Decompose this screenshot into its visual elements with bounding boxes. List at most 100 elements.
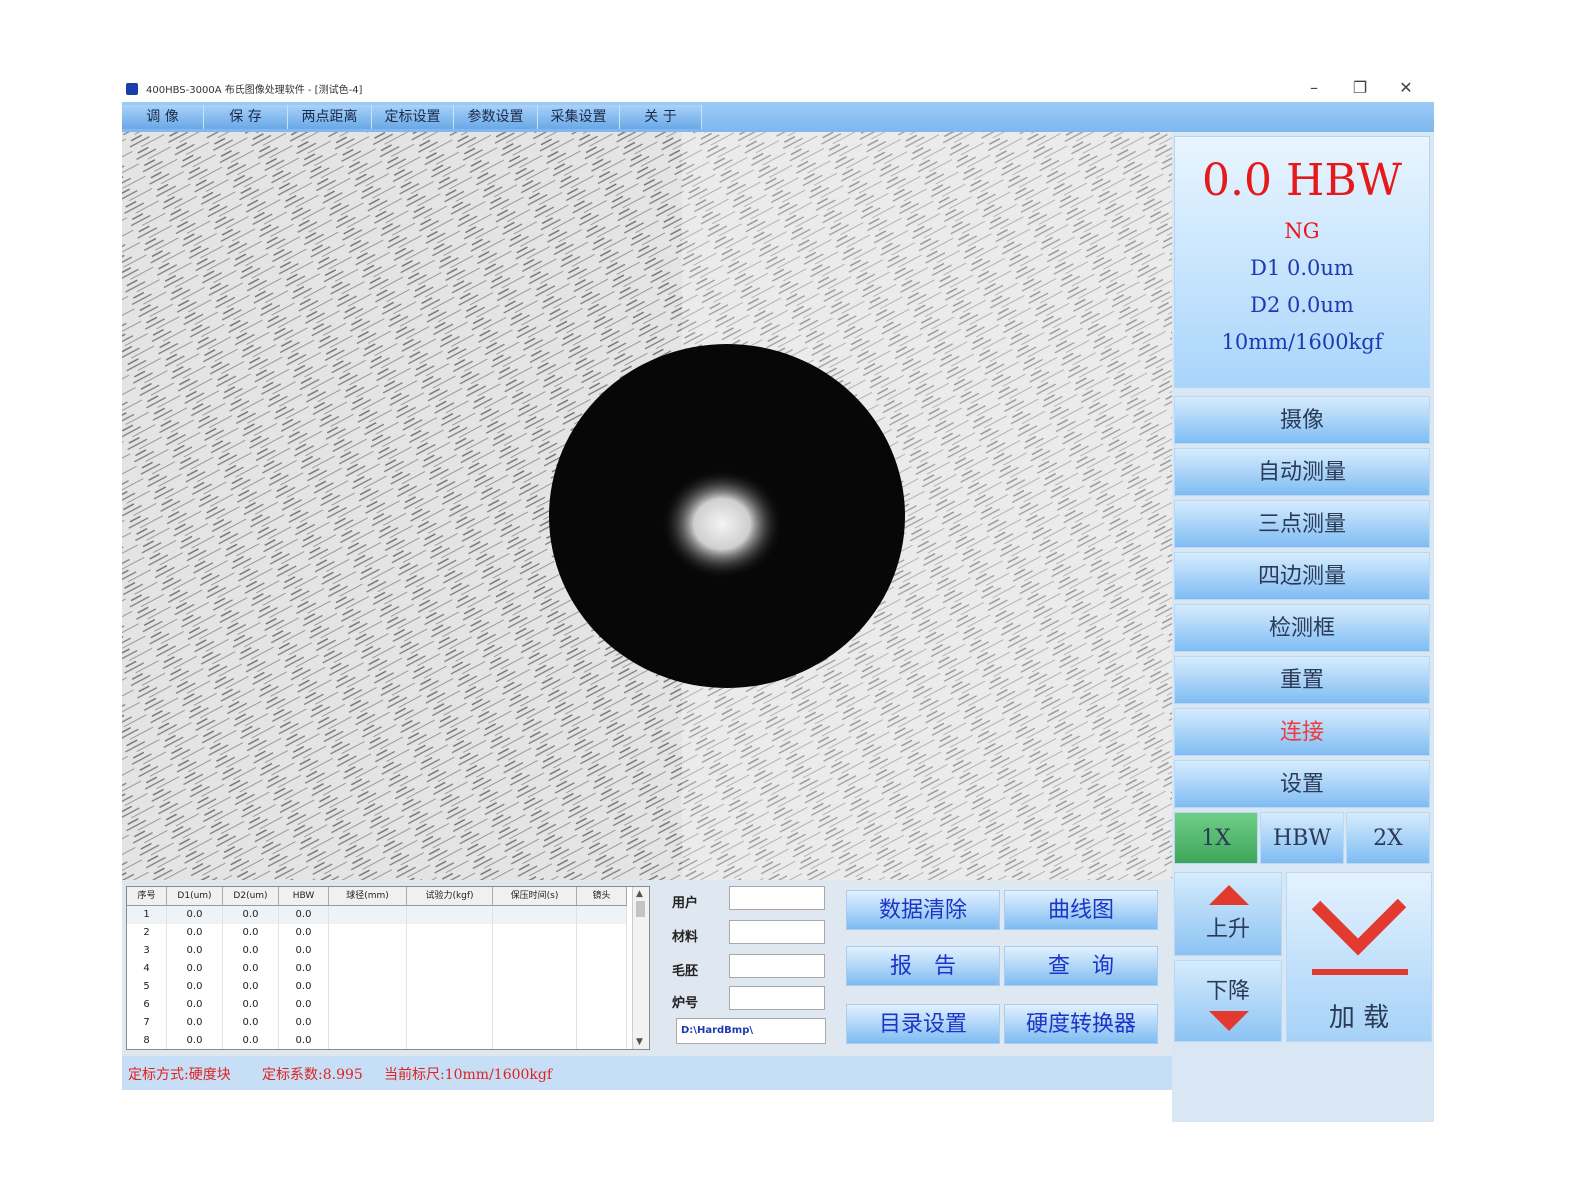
unit-hbw-button[interactable]: HBW — [1260, 812, 1344, 864]
table-cell: 0.0 — [167, 960, 223, 978]
table-cell: 0.0 — [279, 1014, 329, 1032]
zoom-1x-button[interactable]: 1X — [1174, 812, 1258, 864]
table-cell: 8 — [127, 1032, 167, 1049]
load-button[interactable]: 加 载 — [1286, 872, 1432, 1042]
save-path-field[interactable]: D:\HardBmp\ — [676, 1018, 826, 1044]
table-cell: 0.0 — [167, 978, 223, 996]
reset-button[interactable]: 重置 — [1174, 656, 1430, 704]
indentation-image — [122, 132, 1172, 880]
col-lens: 镜头 — [577, 887, 627, 905]
results-table[interactable]: 序号 D1(um) D2(um) HBW 球径(mm) 试验力(kgf) 保压时… — [126, 886, 650, 1050]
table-cell — [577, 906, 627, 924]
table-cell — [329, 942, 407, 960]
zoom-2x-button[interactable]: 2X — [1346, 812, 1430, 864]
calibration-method: 定标方式:硬度块 — [128, 1067, 231, 1083]
table-row[interactable]: 6 0.0 0.0 0.0 — [127, 996, 627, 1014]
detection-box-button[interactable]: 检测框 — [1174, 604, 1430, 652]
lower-button[interactable]: 下降 — [1174, 960, 1282, 1042]
up-arrow-icon — [1209, 885, 1249, 905]
report-button[interactable]: 报 告 — [846, 946, 1000, 986]
menu-two-point-distance[interactable]: 两点距离 — [288, 105, 372, 129]
raise-button[interactable]: 上升 — [1174, 872, 1282, 956]
table-cell: 0.0 — [223, 1014, 279, 1032]
table-cell: 0.0 — [223, 1032, 279, 1049]
table-cell: 3 — [127, 942, 167, 960]
menu-parameter-settings[interactable]: 参数设置 — [454, 105, 538, 129]
table-cell: 0.0 — [279, 1032, 329, 1049]
restore-button[interactable]: ❐ — [1340, 76, 1380, 100]
table-cell — [577, 978, 627, 996]
bottom-panel: 序号 D1(um) D2(um) HBW 球径(mm) 试验力(kgf) 保压时… — [122, 880, 1172, 1056]
hardness-readout: 0.0 HBW NG D1 0.0um D2 0.0um 10mm/1600kg… — [1174, 136, 1430, 388]
current-ruler: 当前标尺:10mm/1600kgf — [384, 1067, 553, 1083]
clear-data-button[interactable]: 数据清除 — [846, 890, 1000, 930]
table-row[interactable]: 7 0.0 0.0 0.0 — [127, 1014, 627, 1032]
table-cell — [493, 906, 577, 924]
table-cell — [493, 978, 577, 996]
table-cell: 0.0 — [167, 996, 223, 1014]
settings-button[interactable]: 设置 — [1174, 760, 1430, 808]
minimize-button[interactable]: – — [1294, 76, 1334, 100]
table-scrollbar[interactable]: ▲ ▼ — [632, 887, 649, 1049]
table-cell: 0.0 — [167, 942, 223, 960]
four-side-measure-button[interactable]: 四边测量 — [1174, 552, 1430, 600]
table-row[interactable]: 8 0.0 0.0 0.0 — [127, 1032, 627, 1049]
user-input[interactable] — [729, 886, 825, 910]
table-header: 序号 D1(um) D2(um) HBW 球径(mm) 试验力(kgf) 保压时… — [127, 887, 627, 906]
menu-capture-settings[interactable]: 采集设置 — [538, 105, 620, 129]
table-row[interactable]: 3 0.0 0.0 0.0 — [127, 942, 627, 960]
menu-camera-adjust[interactable]: 调 像 — [122, 105, 204, 129]
load-chevron-icon — [1311, 898, 1407, 956]
col-d1: D1(um) — [167, 887, 223, 905]
table-cell: 7 — [127, 1014, 167, 1032]
scroll-up-icon[interactable]: ▲ — [636, 889, 643, 899]
connect-button[interactable]: 连接 — [1174, 708, 1430, 756]
table-cell — [577, 1014, 627, 1032]
table-cell — [407, 1032, 493, 1049]
table-cell — [577, 1032, 627, 1049]
col-test-force: 试验力(kgf) — [407, 887, 493, 905]
close-button[interactable]: ✕ — [1386, 76, 1426, 100]
query-button[interactable]: 查 询 — [1004, 946, 1158, 986]
table-cell — [329, 1014, 407, 1032]
table-cell: 0.0 — [167, 1014, 223, 1032]
table-cell: 0.0 — [279, 906, 329, 924]
heat-number-input[interactable] — [729, 986, 825, 1010]
table-cell — [407, 996, 493, 1014]
camera-button[interactable]: 摄像 — [1174, 396, 1430, 444]
hardness-converter-button[interactable]: 硬度转换器 — [1004, 1004, 1158, 1044]
table-row[interactable]: 4 0.0 0.0 0.0 — [127, 960, 627, 978]
microscope-image-view[interactable] — [122, 132, 1172, 880]
menu-about[interactable]: 关 于 — [620, 105, 702, 129]
scroll-down-icon[interactable]: ▼ — [636, 1037, 643, 1047]
table-cell: 0.0 — [279, 996, 329, 1014]
table-cell — [407, 960, 493, 978]
heat-number-label: 炉号 — [672, 996, 699, 1011]
table-cell — [407, 906, 493, 924]
material-label: 材料 — [672, 930, 699, 945]
menu-calibration-settings[interactable]: 定标设置 — [372, 105, 454, 129]
menu-save[interactable]: 保 存 — [204, 105, 288, 129]
directory-settings-button[interactable]: 目录设置 — [846, 1004, 1000, 1044]
table-cell: 6 — [127, 996, 167, 1014]
load-bar-icon — [1312, 969, 1408, 975]
table-cell — [407, 924, 493, 942]
table-row[interactable]: 2 0.0 0.0 0.0 — [127, 924, 627, 942]
table-cell: 0.0 — [279, 978, 329, 996]
blank-input[interactable] — [729, 954, 825, 978]
curve-chart-button[interactable]: 曲线图 — [1004, 890, 1158, 930]
three-point-measure-button[interactable]: 三点测量 — [1174, 500, 1430, 548]
app-window: 400HBS-3000A 布氏图像处理软件 - [测试色-4] – ❐ ✕ 调 … — [122, 74, 1434, 1122]
material-input[interactable] — [729, 920, 825, 944]
table-cell: 0.0 — [223, 906, 279, 924]
table-row[interactable]: 1 0.0 0.0 0.0 — [127, 906, 627, 924]
scroll-thumb[interactable] — [636, 901, 645, 917]
table-cell: 1 — [127, 906, 167, 924]
table-row[interactable]: 5 0.0 0.0 0.0 — [127, 978, 627, 996]
auto-measure-button[interactable]: 自动测量 — [1174, 448, 1430, 496]
col-hbw: HBW — [279, 887, 329, 905]
table-cell — [577, 942, 627, 960]
table-cell — [493, 1014, 577, 1032]
table-cell: 0.0 — [223, 960, 279, 978]
table-cell — [329, 1032, 407, 1049]
